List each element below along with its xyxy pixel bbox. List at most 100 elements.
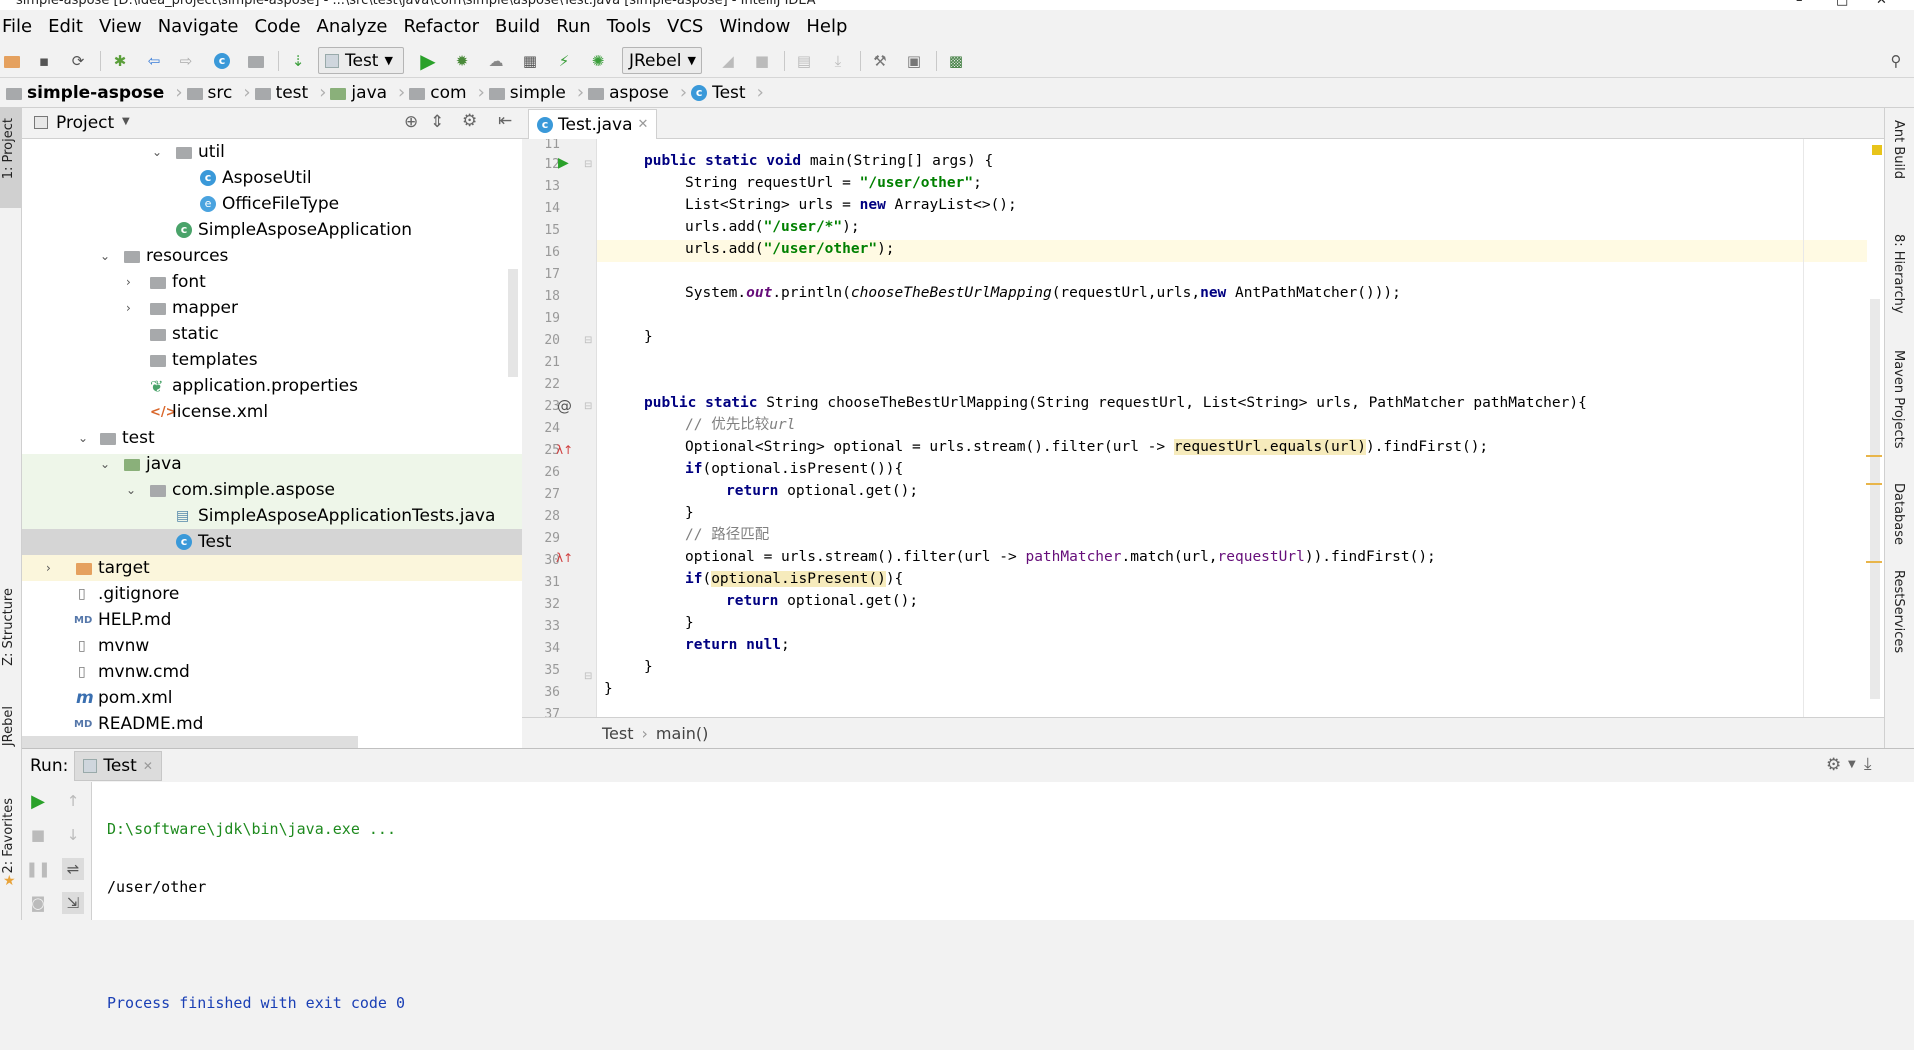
camera-icon[interactable]: ◙ [27,892,49,914]
breadcrumb-java[interactable]: java › [330,82,405,103]
stop-icon[interactable]: ■ [752,51,772,71]
tree-node-license-xml[interactable]: </> license.xml [22,399,522,425]
soft-wrap-icon[interactable]: ⇌ [62,858,84,880]
fold-icon[interactable]: ⊟ [584,401,592,412]
debug-bug-icon[interactable]: ✱ [110,51,130,71]
tree-node-util[interactable]: ⌄ util [22,139,522,165]
jrebel-strip-button[interactable]: JRebel [1,706,16,746]
tree-node-help-md[interactable]: MD HELP.md [22,607,522,633]
tree-node-resources[interactable]: ⌄ resources [22,243,522,269]
menu-file[interactable]: File [0,16,40,37]
jrebel-debug-icon[interactable]: ✺ [588,51,608,71]
tree-node-package[interactable]: ⌄ com.simple.aspose [22,477,522,503]
maximize-button[interactable]: □ [1836,0,1848,8]
coverage-icon[interactable]: ☁ [486,51,506,71]
chevron-down-icon[interactable]: ▼ [1848,759,1856,770]
search-icon[interactable]: ⚲ [1886,51,1906,71]
tree-node-target[interactable]: › target [22,555,522,581]
stop-icon[interactable]: ■ [27,824,49,846]
breadcrumb-test[interactable]: test › [254,82,326,103]
update-icon[interactable]: ◢ [718,51,738,71]
menu-edit[interactable]: Edit [40,16,91,37]
tree-node-mvnw-cmd[interactable]: ▯ mvnw.cmd [22,659,522,685]
breadcrumb-simple[interactable]: simple › [488,82,584,103]
tree-node-simpleasposeapplication[interactable]: c SimpleAsposeApplication [22,217,522,243]
tree-node-mapper[interactable]: › mapper [22,295,522,321]
tree-node-templates[interactable]: templates [22,347,522,373]
code-editor[interactable]: 11 12 13 14 15 16 17 18 19 20 21 22 23 2… [522,139,1884,717]
locate-icon[interactable]: ⊕ [404,112,418,132]
tree-node-test[interactable]: ⌄ test [22,425,522,451]
breadcrumb-class[interactable]: c Test › [691,82,764,103]
menu-tools[interactable]: Tools [599,16,659,37]
maven-strip-button[interactable]: Maven Projects [1891,350,1906,449]
database-strip-button[interactable]: Database [1891,483,1906,545]
ant-build-strip-button[interactable]: Ant Build [1891,120,1906,179]
jrebel-run-icon[interactable]: ⚡ [554,51,574,71]
pause-icon[interactable]: ❚❚ [25,858,50,880]
back-arrow-icon[interactable]: ⇦ [144,51,164,71]
editor-breadcrumb-class[interactable]: Test [602,724,634,743]
hierarchy-strip-button[interactable]: 8: Hierarchy [1891,234,1906,314]
scroll-to-end-icon[interactable]: ⇲ [62,892,84,914]
menu-refactor[interactable]: Refactor [395,16,487,37]
hide-panel-icon[interactable]: ⇤ [498,111,512,131]
breadcrumb-src[interactable]: src › [186,82,251,103]
menu-help[interactable]: Help [798,16,855,37]
settings-wrench-icon[interactable]: ⚒ [870,51,890,71]
folder-icon[interactable] [246,51,266,71]
project-panel-title[interactable]: Project [56,113,114,133]
rerun-icon[interactable]: ▶ [27,790,49,812]
tree-node-font[interactable]: › font [22,269,522,295]
breadcrumb-aspose[interactable]: aspose › [588,82,687,103]
debug-icon[interactable]: ✹ [452,51,472,71]
tree-node-tests-java[interactable]: ▤ SimpleAsposeApplicationTests.java [22,503,522,529]
minimize-button[interactable]: – [1796,0,1803,8]
fold-icon[interactable]: ⊟ [584,335,592,346]
hide-panel-icon[interactable]: ⤓ [1864,754,1872,774]
editor-scrollbar[interactable] [1870,299,1880,699]
console-output[interactable]: D:\software\jdk\bin\java.exe ... /user/o… [107,782,405,1050]
tree-node-application-properties[interactable]: ❦ application.properties [22,373,522,399]
menu-window[interactable]: Window [711,16,798,37]
gear-icon[interactable]: ⚙ [462,111,477,131]
project-structure-icon[interactable]: ▣ [904,51,924,71]
build-icon[interactable]: ⇣ [288,51,308,71]
editor-breadcrumb-method[interactable]: main() [656,724,708,743]
collapse-all-icon[interactable]: ⇕ [430,112,444,132]
rest-services-strip-button[interactable]: RestServices [1891,570,1906,653]
tree-node-gitignore[interactable]: ▯ .gitignore [22,581,522,607]
inspection-status-icon[interactable] [1872,145,1882,155]
close-icon[interactable]: ✕ [143,759,153,773]
save-icon[interactable]: ▪ [34,51,54,71]
close-icon[interactable]: ✕ [638,117,649,132]
editor-tab-test-java[interactable]: c Test.java ✕ [528,109,658,139]
tree-node-java[interactable]: ⌄ java [22,451,522,477]
vcs-update-icon[interactable]: ▤ [794,51,814,71]
lambda-gutter-icon-2[interactable]: λ↑ [556,551,573,565]
run-tab-test[interactable]: Test ✕ [74,750,162,781]
forward-arrow-icon[interactable]: ⇨ [176,51,196,71]
open-folder-icon[interactable] [2,51,22,71]
menu-vcs[interactable]: VCS [659,16,711,37]
run-gutter-icon[interactable]: ▶ [558,155,569,171]
tree-node-officefiletype[interactable]: e OfficeFileType [22,191,522,217]
menu-code[interactable]: Code [246,16,308,37]
tree-node-mvnw[interactable]: ▯ mvnw [22,633,522,659]
lambda-gutter-icon[interactable]: λ↑ [556,443,573,457]
run-icon[interactable]: ▶ [418,49,438,73]
breadcrumb-com[interactable]: com › [409,82,485,103]
chevron-down-icon[interactable]: ▼ [122,116,130,127]
menu-view[interactable]: View [91,16,150,37]
class-icon[interactable]: c [212,51,232,71]
menu-navigate[interactable]: Navigate [150,16,247,37]
vcs-commit-icon[interactable]: ⤓ [828,51,848,71]
fold-icon[interactable]: ⊟ [584,159,592,170]
gear-icon[interactable]: ⚙ [1826,755,1841,775]
tree-node-static[interactable]: static [22,321,522,347]
favorites-strip-button[interactable]: 2: Favorites [1,798,16,874]
tree-node-readme-md[interactable]: MD README.md [22,711,522,737]
up-arrow-icon[interactable]: ↑ [62,790,84,812]
structure-strip-button[interactable]: Z: Structure [1,588,16,666]
menu-build[interactable]: Build [487,16,548,37]
